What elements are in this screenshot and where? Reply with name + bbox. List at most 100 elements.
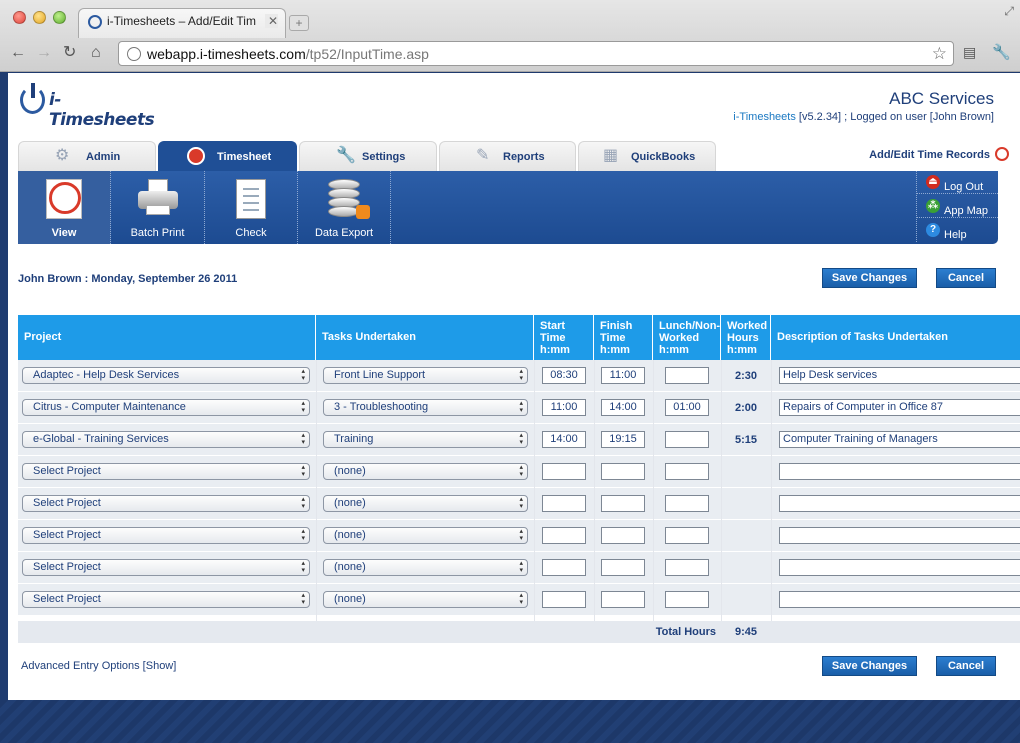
cancel-button-top[interactable]: Cancel (936, 268, 996, 288)
close-tab-icon[interactable]: ✕ (264, 14, 278, 28)
task-select[interactable]: (none) (323, 463, 528, 480)
address-bar[interactable]: webapp.i-timesheets.com/tp52/InputTime.a… (118, 41, 954, 66)
lunch-time-input[interactable] (665, 495, 709, 512)
lunch-time-input[interactable]: 01:00 (665, 399, 709, 416)
bookmark-star-icon[interactable]: ☆ (932, 44, 947, 64)
description-input[interactable] (779, 559, 1020, 576)
lunch-time-input[interactable] (665, 559, 709, 576)
finish-time-input[interactable] (601, 559, 645, 576)
start-time-input[interactable] (542, 559, 586, 576)
col-lunch-line2: Worked (659, 332, 700, 344)
logout-label: Log Out (944, 181, 984, 193)
tab-quickbooks[interactable]: ▦ QuickBooks (578, 141, 716, 171)
tab-label: QuickBooks (631, 151, 696, 163)
start-time-input[interactable] (542, 527, 586, 544)
save-changes-button-top[interactable]: Save Changes (822, 268, 917, 288)
lunch-time-input[interactable] (665, 591, 709, 608)
project-select[interactable]: e-Global - Training Services (22, 431, 310, 448)
table-row: Select Project (none) (18, 584, 1020, 616)
lunch-time-input[interactable] (665, 431, 709, 448)
task-select[interactable]: Training (323, 431, 528, 448)
description-input[interactable] (779, 591, 1020, 608)
cancel-button-bottom[interactable]: Cancel (936, 656, 996, 676)
col-project: Project (18, 315, 316, 360)
table-row: Select Project (none) (18, 488, 1020, 520)
wrench-menu-icon[interactable]: 🔧 (992, 43, 1011, 61)
logout-link[interactable]: ⏏ Log Out (916, 171, 998, 194)
zoom-window-button[interactable] (53, 11, 66, 24)
task-select[interactable]: (none) (323, 591, 528, 608)
project-select[interactable]: Adaptec - Help Desk Services (22, 367, 310, 384)
finish-time-input[interactable]: 19:15 (601, 431, 645, 448)
start-time-input[interactable]: 11:00 (542, 399, 586, 416)
tab-reports[interactable]: ✎ Reports (439, 141, 576, 171)
finish-time-input[interactable]: 14:00 (601, 399, 645, 416)
description-input[interactable] (779, 463, 1020, 480)
quickbooks-icon: ▦ (603, 147, 619, 164)
back-button[interactable]: ← (10, 43, 26, 63)
finish-time-input[interactable]: 11:00 (601, 367, 645, 384)
task-select[interactable]: (none) (323, 559, 528, 576)
project-select[interactable]: Select Project (22, 591, 310, 608)
view-button[interactable]: View (18, 171, 111, 244)
help-link[interactable]: ? Help (916, 219, 998, 242)
check-button[interactable]: Check (205, 171, 298, 244)
batch-print-label: Batch Print (130, 227, 185, 239)
start-time-input[interactable]: 14:00 (542, 431, 586, 448)
description-input[interactable] (779, 527, 1020, 544)
start-time-input[interactable]: 08:30 (542, 367, 586, 384)
batch-print-button[interactable]: Batch Print (111, 171, 205, 244)
tab-admin[interactable]: ⚙ Admin (18, 141, 156, 171)
browser-chrome: i-Timesheets – Add/Edit Tim ✕ + ⤢ ← → ↻ … (0, 0, 1020, 72)
page-content: i-Timesheets ABC Services i-Timesheets [… (8, 73, 1020, 700)
browser-tab[interactable]: i-Timesheets – Add/Edit Tim ✕ (78, 8, 286, 38)
finish-time-input[interactable] (601, 463, 645, 480)
start-time-input[interactable] (542, 495, 586, 512)
project-select[interactable]: Select Project (22, 527, 310, 544)
col-start-line1: Start (540, 320, 566, 332)
tab-timesheet[interactable]: Timesheet (158, 141, 297, 172)
finish-time-input[interactable] (601, 527, 645, 544)
url-path: /tp52/InputTime.asp (305, 46, 429, 62)
lunch-time-input[interactable] (665, 367, 709, 384)
task-select[interactable]: (none) (323, 527, 528, 544)
description-input[interactable]: Repairs of Computer in Office 87 (779, 399, 1020, 416)
project-select[interactable]: Select Project (22, 559, 310, 576)
app-link[interactable]: i-Timesheets (733, 111, 796, 123)
description-input[interactable]: Computer Training of Managers (779, 431, 1020, 448)
close-window-button[interactable] (13, 11, 26, 24)
col-worked-line3: h:mm (727, 344, 757, 356)
data-export-button[interactable]: Data Export (298, 171, 391, 244)
app-map-link[interactable]: ⁂ App Map (916, 195, 998, 218)
task-select[interactable]: 3 - Troubleshooting (323, 399, 528, 416)
task-select[interactable]: Front Line Support (323, 367, 528, 384)
start-time-input[interactable] (542, 463, 586, 480)
finish-time-input[interactable] (601, 591, 645, 608)
advanced-entry-options-link[interactable]: Advanced Entry Options [Show] (21, 660, 176, 672)
finish-time-input[interactable] (601, 495, 645, 512)
col-finish-line1: Finish (600, 320, 633, 332)
page-menu-icon[interactable]: ▤ (963, 44, 976, 61)
lunch-time-input[interactable] (665, 463, 709, 480)
column-divider (771, 360, 772, 642)
save-changes-button-bottom[interactable]: Save Changes (822, 656, 917, 676)
tab-settings[interactable]: 🔧 Settings (299, 141, 437, 171)
new-tab-button[interactable]: + (289, 15, 309, 31)
description-input[interactable] (779, 495, 1020, 512)
app-logo[interactable]: i-Timesheets (20, 83, 160, 130)
forward-button[interactable]: → (36, 43, 52, 63)
task-select[interactable]: (none) (323, 495, 528, 512)
description-input[interactable]: Help Desk services (779, 367, 1020, 384)
lunch-time-input[interactable] (665, 527, 709, 544)
start-time-input[interactable] (542, 591, 586, 608)
project-select[interactable]: Citrus - Computer Maintenance (22, 399, 310, 416)
home-button[interactable]: ⌂ (91, 43, 101, 63)
tab-label: Settings (362, 151, 406, 163)
col-worked-hours: Worked Hours h:mm (721, 315, 771, 360)
minimize-window-button[interactable] (33, 11, 46, 24)
fullscreen-icon[interactable]: ⤢ (1004, 4, 1014, 19)
reload-button[interactable]: ↻ (63, 43, 76, 63)
project-select[interactable]: Select Project (22, 463, 310, 480)
url-host: webapp.i-timesheets.com (147, 46, 306, 62)
project-select[interactable]: Select Project (22, 495, 310, 512)
